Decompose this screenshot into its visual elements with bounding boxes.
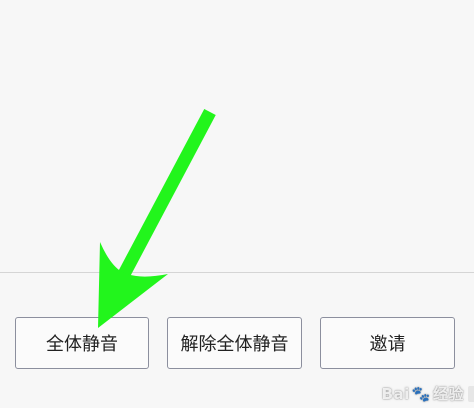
unmute-all-button[interactable]: 解除全体静音 bbox=[167, 317, 302, 369]
invite-button[interactable]: 邀请 bbox=[320, 317, 455, 369]
meeting-screen: 全体静音 解除全体静音 邀请 Bai 🐾 经验 bbox=[0, 0, 474, 408]
content-area bbox=[0, 0, 474, 272]
paw-logo-icon: 🐾 bbox=[411, 385, 431, 403]
mute-all-button[interactable]: 全体静音 bbox=[15, 317, 149, 369]
scroll-indicator bbox=[468, 386, 474, 402]
baidu-watermark: Bai 🐾 经验 bbox=[382, 383, 464, 404]
watermark-brand: Bai bbox=[381, 385, 410, 403]
watermark-suffix: 经验 bbox=[432, 385, 464, 403]
